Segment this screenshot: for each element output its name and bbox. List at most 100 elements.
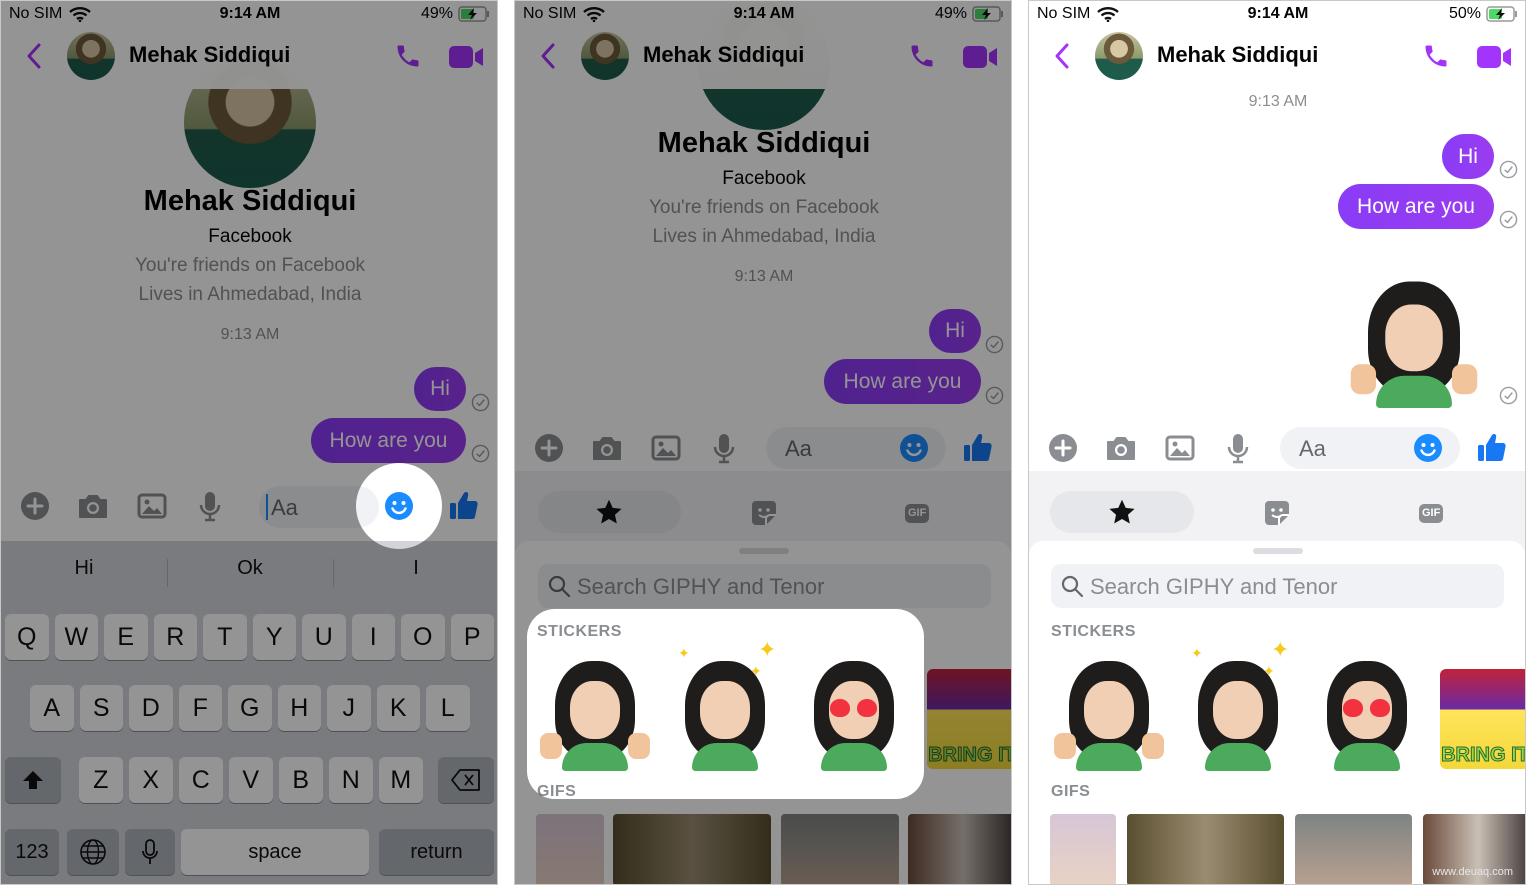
tab-gif[interactable]: GIF [905, 504, 930, 523]
contact-name[interactable]: Mehak Siddiqui [643, 42, 804, 68]
like-button[interactable] [962, 431, 994, 463]
emoji-button[interactable] [1413, 433, 1443, 463]
message-bubble[interactable]: Hi [414, 367, 466, 411]
key[interactable]: G [228, 685, 272, 731]
phone-icon[interactable] [1422, 42, 1450, 70]
gif-search-input[interactable]: Search GIPHY and Tenor [538, 564, 991, 608]
mic-icon[interactable] [197, 490, 223, 522]
plus-icon[interactable] [534, 433, 564, 463]
message-bubble[interactable]: How are you [824, 359, 981, 404]
contact-name[interactable]: Mehak Siddiqui [1157, 42, 1318, 68]
key[interactable]: O [401, 614, 445, 660]
key[interactable]: T [203, 614, 247, 660]
sticker-thumbs-up[interactable] [540, 651, 650, 771]
camera-icon[interactable] [1105, 433, 1137, 463]
camera-icon[interactable] [591, 433, 623, 463]
drag-handle[interactable] [739, 548, 789, 554]
key[interactable]: S [79, 685, 123, 731]
message-input[interactable]: Aa [259, 486, 379, 528]
shift-key[interactable] [5, 757, 61, 803]
sticker-heart-eyes[interactable] [1312, 651, 1422, 771]
sticker-icon[interactable] [751, 500, 777, 526]
like-button[interactable] [1476, 431, 1508, 463]
phone-icon[interactable] [908, 42, 936, 70]
sticker-bring-it[interactable]: BRING IT [927, 669, 1011, 769]
delete-key[interactable] [438, 757, 494, 803]
image-icon[interactable] [651, 433, 681, 463]
gif-thumbnail[interactable] [1295, 814, 1412, 884]
emoji-button[interactable] [384, 491, 414, 521]
tab-favorites[interactable] [538, 491, 681, 533]
sticker-bring-it[interactable]: BRING IT [1440, 669, 1525, 769]
key[interactable]: E [104, 614, 148, 660]
key[interactable]: B [279, 757, 323, 803]
dictation-key[interactable] [125, 829, 175, 875]
suggestion[interactable]: Ok [167, 557, 333, 580]
back-icon[interactable] [537, 41, 559, 71]
key[interactable]: R [153, 614, 197, 660]
key[interactable]: C [179, 757, 223, 803]
key[interactable]: A [30, 685, 74, 731]
gif-search-input[interactable]: Search GIPHY and Tenor [1051, 564, 1504, 608]
globe-key[interactable] [67, 829, 119, 875]
key[interactable]: Z [79, 757, 123, 803]
key[interactable]: H [277, 685, 321, 731]
message-bubble[interactable]: Hi [929, 309, 981, 353]
key[interactable]: P [450, 614, 494, 660]
suggestion[interactable]: Hi [1, 557, 167, 580]
tab-gif[interactable]: GIF [1419, 504, 1444, 523]
plus-icon[interactable] [1048, 433, 1078, 463]
key[interactable]: F [178, 685, 222, 731]
emoji-button[interactable] [899, 433, 929, 463]
key[interactable]: D [129, 685, 173, 731]
message-bubble[interactable]: How are you [311, 418, 466, 463]
back-icon[interactable] [23, 41, 45, 71]
key[interactable]: K [376, 685, 420, 731]
suggestion[interactable]: I [333, 557, 497, 580]
mic-icon[interactable] [711, 432, 737, 464]
tab-favorites[interactable] [1050, 491, 1194, 533]
camera-icon[interactable] [77, 491, 109, 521]
back-icon[interactable] [1051, 41, 1073, 71]
phone-icon[interactable] [394, 42, 422, 70]
key[interactable]: Y [252, 614, 296, 660]
avatar[interactable] [581, 32, 629, 80]
gif-thumbnail[interactable] [908, 814, 1011, 884]
sticker-thumbs-up[interactable] [1054, 651, 1164, 771]
mic-icon[interactable] [1225, 432, 1251, 464]
key[interactable]: N [329, 757, 373, 803]
key[interactable]: W [54, 614, 98, 660]
gif-thumbnail[interactable] [1050, 814, 1116, 884]
key[interactable]: V [229, 757, 273, 803]
key[interactable]: X [129, 757, 173, 803]
gif-thumbnail[interactable] [536, 814, 604, 884]
sticker-heart-eyes[interactable] [799, 651, 909, 771]
key[interactable]: J [327, 685, 371, 731]
gif-thumbnail[interactable] [1127, 814, 1284, 884]
drag-handle[interactable] [1253, 548, 1303, 554]
gif-thumbnail[interactable] [613, 814, 771, 884]
space-key[interactable]: space [181, 829, 369, 875]
message-bubble[interactable]: How are you [1338, 184, 1494, 229]
avatar[interactable] [67, 32, 115, 80]
image-icon[interactable] [1165, 433, 1195, 463]
image-icon[interactable] [137, 491, 167, 521]
avatar[interactable] [1095, 32, 1143, 80]
contact-name[interactable]: Mehak Siddiqui [129, 42, 290, 68]
gif-thumbnail[interactable] [781, 814, 899, 884]
key[interactable]: U [302, 614, 346, 660]
plus-icon[interactable] [20, 491, 50, 521]
like-button[interactable] [448, 489, 480, 521]
key[interactable]: I [351, 614, 395, 660]
key[interactable]: M [379, 757, 423, 803]
video-icon[interactable] [962, 44, 998, 70]
sent-sticker[interactable] [1350, 270, 1478, 408]
key[interactable]: Q [5, 614, 49, 660]
message-bubble[interactable]: Hi [1442, 134, 1494, 179]
numbers-key[interactable]: 123 [5, 829, 59, 875]
sticker-icon[interactable] [1264, 500, 1290, 526]
video-icon[interactable] [1476, 44, 1512, 70]
video-icon[interactable] [448, 44, 484, 70]
key[interactable]: L [426, 685, 470, 731]
sticker-sparkle[interactable]: ✦ ✦ ✦ [670, 637, 780, 771]
